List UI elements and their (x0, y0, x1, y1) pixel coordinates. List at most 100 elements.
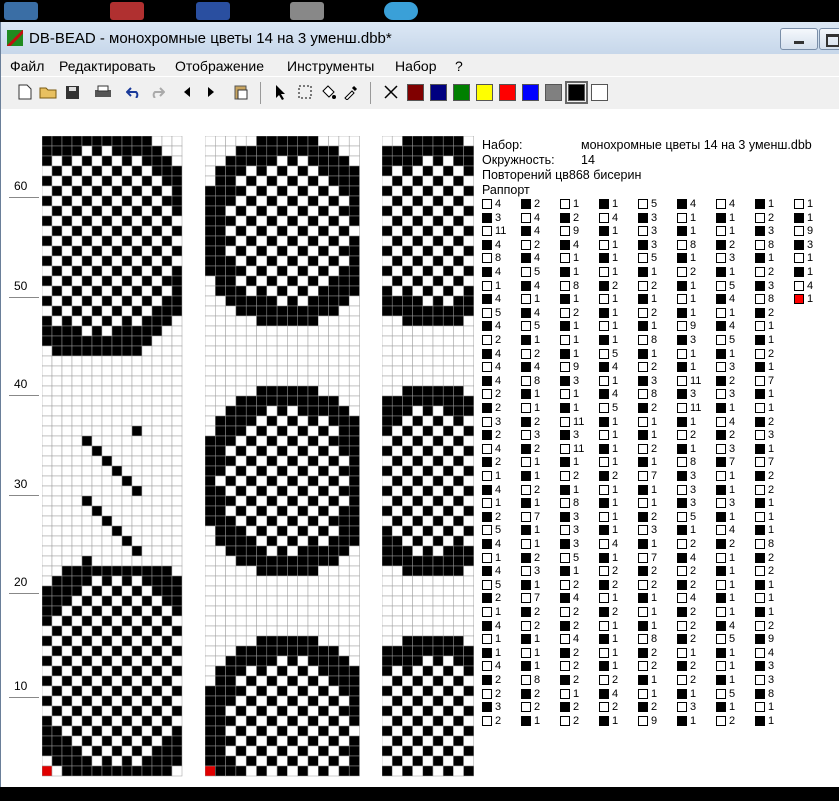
fill-bucket-icon[interactable] (318, 82, 338, 102)
rapport-entry: 4 (716, 320, 735, 333)
bead-color-box (521, 267, 531, 277)
unrolled-grid[interactable] (205, 136, 360, 783)
bead-color-box (677, 566, 687, 577)
color-swatch[interactable] (545, 84, 562, 101)
color-swatch[interactable] (407, 84, 424, 101)
color-swatch[interactable] (453, 84, 470, 101)
menu-edit[interactable]: Редактировать (59, 58, 156, 74)
color-swatch[interactable] (499, 84, 516, 101)
color-swatch[interactable] (591, 84, 608, 101)
bead-color-box (716, 335, 726, 345)
color-swatch[interactable] (430, 84, 447, 101)
color-swatch[interactable] (522, 84, 539, 101)
bead-count: 4 (573, 592, 580, 605)
bead-count: 2 (651, 361, 658, 374)
bead-count: 8 (768, 687, 775, 700)
menu-view[interactable]: Отображение (175, 58, 264, 74)
bead-count: 3 (573, 510, 580, 523)
maximize-button[interactable] (819, 28, 839, 50)
taskbar-app-icon[interactable] (290, 2, 324, 20)
color-swatch[interactable] (476, 84, 493, 101)
eyedropper-icon[interactable] (341, 82, 361, 102)
save-icon[interactable] (62, 82, 82, 102)
bead-count: 2 (768, 619, 775, 632)
rapport-entry: 2 (677, 266, 696, 279)
bead-color-box (677, 226, 687, 237)
rapport-entry: 8 (482, 252, 501, 265)
rapport-entry: 1 (599, 511, 618, 524)
pointer-icon[interactable] (271, 82, 291, 102)
menu-set[interactable]: Набор (395, 58, 437, 74)
rapport-entry: 3 (677, 470, 696, 483)
menu-file[interactable]: Файл (10, 58, 44, 74)
color-swatch[interactable] (565, 81, 588, 104)
bead-count: 3 (573, 524, 580, 537)
rapport-entry: 1 (560, 252, 579, 265)
bead-count: 4 (729, 320, 736, 333)
bead-count: 3 (495, 415, 502, 428)
rapport-entry: 1 (677, 293, 696, 306)
menu-tools[interactable]: Инструменты (287, 58, 374, 74)
bead-count: 1 (651, 483, 658, 496)
rapport-entry: 1 (755, 715, 774, 728)
new-file-icon[interactable] (15, 82, 35, 102)
bead-count: 5 (495, 524, 502, 537)
rapport-entry: 1 (599, 647, 618, 660)
bead-count: 1 (612, 660, 619, 673)
bead-color-box (677, 593, 687, 604)
open-folder-icon[interactable] (38, 82, 58, 102)
rapport-entry: 1 (638, 293, 657, 306)
rapport-entry: 3 (794, 239, 813, 252)
bead-color-box (599, 226, 609, 237)
bead-color-box (482, 647, 492, 658)
bead-count: 8 (573, 279, 580, 292)
redo-icon[interactable] (147, 82, 167, 102)
taskbar-app-icon[interactable] (384, 2, 418, 20)
bead-color-box (482, 579, 492, 590)
arrow-left-icon[interactable] (177, 82, 197, 102)
rapport-entry: 1 (638, 592, 657, 605)
undo-icon[interactable] (124, 82, 144, 102)
bead-color-box (599, 321, 609, 332)
print-icon[interactable] (93, 82, 113, 102)
taskbar-app-icon[interactable] (4, 2, 38, 20)
rapport-entry: 2 (560, 701, 579, 714)
rapport-entry: 2 (755, 620, 774, 633)
bead-color-box (677, 688, 687, 699)
bead-color-box (755, 321, 765, 332)
bead-color-box (755, 294, 765, 305)
rapport-entry: 4 (482, 348, 501, 361)
rapport-entry: 3 (755, 280, 774, 293)
bead-count: 2 (573, 646, 580, 659)
bead-color-box (560, 362, 570, 373)
bead-color-box (599, 375, 609, 386)
bead-count: 1 (534, 714, 541, 727)
minimize-button[interactable] (780, 28, 818, 50)
bead-color-box (716, 552, 726, 563)
bead-color-box (716, 307, 726, 318)
bead-color-box (521, 457, 531, 468)
select-rect-icon[interactable] (295, 82, 315, 102)
bead-color-box (755, 593, 765, 604)
rapport-entry: 1 (521, 633, 540, 646)
bead-count: 4 (495, 238, 502, 251)
rapport-entry: 1 (638, 456, 657, 469)
paste-icon[interactable] (231, 82, 251, 102)
clear-x-icon[interactable] (381, 82, 401, 102)
bead-color-box (599, 688, 609, 699)
rapport-entry: 1 (716, 552, 735, 565)
app-logo-icon (7, 30, 23, 46)
rope-grid[interactable] (382, 136, 474, 783)
rapport-entry: 1 (755, 606, 774, 619)
bead-color-box (560, 348, 570, 359)
taskbar-app-icon[interactable] (110, 2, 144, 20)
arrow-right-icon[interactable] (201, 82, 221, 102)
rapport-entry: 3 (716, 443, 735, 456)
taskbar-app-icon[interactable] (196, 2, 230, 20)
menu-help[interactable]: ? (455, 58, 463, 74)
bead-count: 2 (612, 606, 619, 618)
design-grid[interactable] (42, 136, 184, 783)
bead-color-box (482, 471, 492, 481)
minimize-icon (794, 41, 804, 44)
rapport-entry: 5 (716, 633, 735, 646)
